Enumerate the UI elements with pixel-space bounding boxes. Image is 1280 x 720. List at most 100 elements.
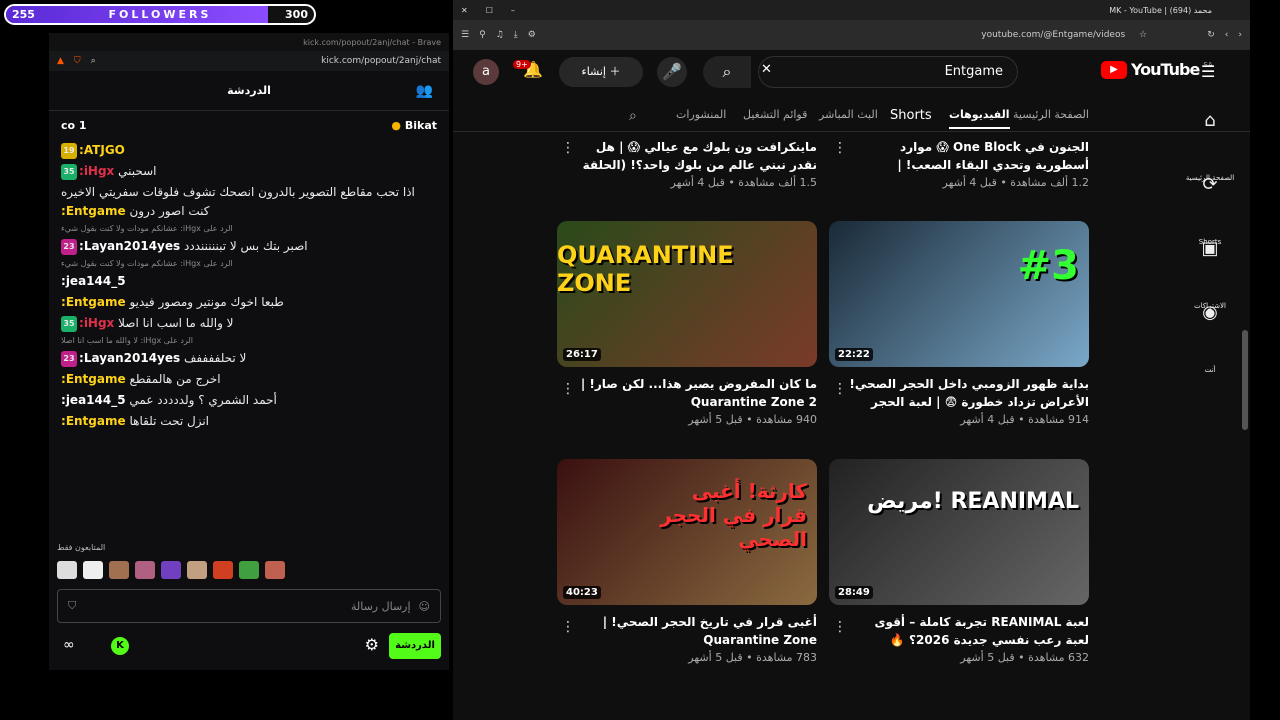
emoji-icon[interactable]: ☺	[419, 600, 430, 613]
video-card[interactable]: كارثة! أغبى قرار في الحجر الصحي 40:23 أغ…	[557, 459, 817, 664]
close-icon[interactable]: ✕	[461, 6, 468, 15]
download-icon[interactable]: ⤓	[514, 30, 518, 40]
tab-shorts[interactable]: Shorts	[890, 108, 932, 123]
video-thumbnail[interactable]: كارثة! أغبى قرار في الحجر الصحي 40:23	[557, 459, 817, 605]
emote[interactable]	[83, 561, 103, 579]
more-options-icon[interactable]: ⋮	[561, 619, 575, 635]
chat-username[interactable]: iHgx:	[79, 164, 114, 178]
youtube-logo[interactable]: ▶ YouTube SA	[1101, 60, 1213, 79]
yt-tab-title[interactable]: MK - YouTube | محمد (694)	[1109, 6, 1212, 15]
video-title[interactable]: بداية ظهور الزومبي داخل الحجر الصحي! الأ…	[829, 375, 1089, 411]
avatar[interactable]: a	[473, 59, 499, 85]
video-thumbnail[interactable]: مريض! REANIMAL 28:49	[829, 459, 1089, 605]
video-title[interactable]: لعبة REANIMAL تجربة كاملة – أقوى لعبة رع…	[829, 613, 1089, 649]
video-card[interactable]: مريض! REANIMAL 28:49 لعبة REANIMAL تجربة…	[829, 459, 1089, 664]
chat-username[interactable]: iHgx:	[79, 316, 114, 330]
menu-icon[interactable]: ☰	[461, 30, 469, 40]
create-button[interactable]: إنشاء ＋	[559, 57, 643, 87]
chat-username[interactable]: Entgame:	[61, 372, 126, 386]
video-thumbnail[interactable]: QUARANTINE ZONE 26:17	[557, 221, 817, 367]
music-icon[interactable]: ♫	[496, 30, 504, 40]
tab-home[interactable]: الصفحة الرئيسية	[1013, 108, 1089, 121]
more-options-icon[interactable]: ⋮	[561, 140, 575, 156]
video-title[interactable]: ما كان المفروض يصير هذا... لكن صار! | Qu…	[557, 375, 817, 411]
sidebar-item-subscriptions[interactable]: ▣ الاشتراكات	[1170, 238, 1250, 310]
chat-message[interactable]: انزل تحت تلقاها Entgame:	[61, 412, 437, 431]
chat-message[interactable]: jea144_5:	[61, 272, 437, 291]
emote[interactable]	[213, 561, 233, 579]
brave-icon[interactable]: ▲	[57, 56, 64, 66]
yt-url[interactable]: youtube.com/@Entgame/videos	[981, 30, 1125, 40]
forward-icon[interactable]: ›	[1238, 30, 1242, 40]
hamburger-menu-icon[interactable]: ☰	[1201, 62, 1215, 81]
more-options-icon[interactable]: ⋮	[561, 381, 575, 397]
maximize-icon[interactable]: ☐	[486, 6, 493, 15]
chat-username[interactable]: jea144_5:	[61, 274, 126, 288]
search-input[interactable]: Entgame	[758, 56, 1018, 88]
sidebar-item-shorts[interactable]: ⟳ Shorts	[1170, 174, 1250, 246]
shield-icon[interactable]: ⛉	[74, 56, 81, 66]
chat-username[interactable]: Layan2014yes:	[79, 351, 180, 365]
emote[interactable]	[57, 561, 77, 579]
sidebar-item-you[interactable]: ◉ أنت	[1170, 302, 1250, 374]
video-thumbnail[interactable]: #3 22:22	[829, 221, 1089, 367]
more-options-icon[interactable]: ⋮	[833, 381, 847, 397]
more-options-icon[interactable]: ⋮	[833, 140, 847, 156]
emote[interactable]	[265, 561, 285, 579]
settings-icon[interactable]: ⚙	[365, 635, 379, 654]
emote[interactable]	[135, 561, 155, 579]
emote[interactable]	[161, 561, 181, 579]
chat-message[interactable]: اذا تحب مقاطع التصوير بالدرون انصحك تشوف…	[61, 183, 437, 221]
chat-message[interactable]: ATJGO:19	[61, 141, 437, 160]
more-options-icon[interactable]: ⋮	[833, 619, 847, 635]
sidebar-item-home[interactable]: ⌂ الصفحة الرئيسية	[1170, 110, 1250, 182]
clear-search-icon[interactable]: ✕	[761, 62, 772, 77]
shield-badge-icon[interactable]: ⛉	[68, 599, 76, 613]
video-title[interactable]: الجنون في One Block 😱 موارد أسطورية وتحد…	[829, 138, 1089, 174]
video-title[interactable]: ماينكرافت ون بلوك مع عيالي 😱 | هل نقدر ن…	[557, 138, 817, 174]
chat-url[interactable]: kick.com/popout/2anj/chat	[321, 56, 441, 66]
chat-message[interactable]: اسحبني iHgx:35	[61, 162, 437, 181]
chat-username[interactable]: Entgame:	[61, 414, 126, 428]
chat-message[interactable]: اخرج من هالمقطع Entgame:	[61, 370, 437, 389]
video-card[interactable]: الجنون في One Block 😱 موارد أسطورية وتحد…	[829, 132, 1089, 189]
users-icon[interactable]: 👥	[416, 83, 433, 99]
reload-icon[interactable]: ↻	[1207, 30, 1215, 40]
emote[interactable]	[109, 561, 129, 579]
extension-icon[interactable]: ⚙	[528, 30, 536, 40]
video-card[interactable]: ماينكرافت ون بلوك مع عيالي 😱 | هل نقدر ن…	[557, 132, 817, 189]
search-button[interactable]: ⌕	[703, 56, 751, 88]
send-chat-button[interactable]: الدردشة	[389, 633, 441, 659]
bookmark-icon[interactable]: ☆	[1139, 30, 1147, 40]
emote[interactable]	[239, 561, 259, 579]
chat-input[interactable]: ⛉ إرسال رسالة ☺	[57, 589, 441, 623]
video-card[interactable]: #3 22:22 بداية ظهور الزومبي داخل الحجر ا…	[829, 221, 1089, 426]
tab-live[interactable]: البث المباشر	[819, 108, 878, 121]
mic-icon[interactable]: 🎤	[657, 57, 687, 87]
video-card[interactable]: QUARANTINE ZONE 26:17 ما كان المفروض يصي…	[557, 221, 817, 426]
tab-videos[interactable]: الفيديوهات	[949, 108, 1010, 129]
chat-message[interactable]: طبعا اخوك مونتير ومصور فيديو Entgame:	[61, 293, 437, 312]
video-title[interactable]: أغبى قرار في تاريخ الحجر الصحي! | Quaran…	[557, 613, 817, 649]
chat-username[interactable]: jea144_5:	[61, 393, 126, 407]
chat-message[interactable]: اصبر بتك بس لا تبنننننددد Layan2014yes:2…	[61, 237, 437, 256]
tab-playlists[interactable]: قوائم التشغيل	[743, 108, 807, 121]
chat-username[interactable]: Layan2014yes:	[79, 239, 180, 253]
tab-posts[interactable]: المنشورات	[676, 108, 726, 121]
back-icon[interactable]: ‹	[1225, 30, 1229, 40]
infinity-icon[interactable]: ∞	[63, 637, 75, 653]
chat-message[interactable]: لا تحلففففف Layan2014yes:23	[61, 349, 437, 368]
zoom-icon[interactable]: ⌕	[91, 56, 96, 66]
pin-icon[interactable]: ⚲	[479, 30, 486, 40]
chat-message[interactable]: أحمد الشمري ؟ ولددددد عمي jea144_5:	[61, 391, 437, 410]
minimize-icon[interactable]: –	[511, 6, 515, 15]
chat-messages[interactable]: ATJGO:19 اسحبني iHgx:35 اذا تحب مقاطع التص…	[49, 139, 449, 547]
kick-icon[interactable]: K	[111, 637, 129, 655]
tab-search-icon[interactable]: ⌕	[629, 108, 637, 124]
emote[interactable]	[187, 561, 207, 579]
scrollbar[interactable]	[1242, 330, 1248, 430]
chat-username[interactable]: Entgame:	[61, 295, 126, 309]
chat-username[interactable]: Entgame:	[61, 204, 126, 218]
chat-username[interactable]: ATJGO:	[79, 143, 125, 157]
chat-message[interactable]: لا والله ما اسب انا اصلا iHgx:35	[61, 314, 437, 333]
